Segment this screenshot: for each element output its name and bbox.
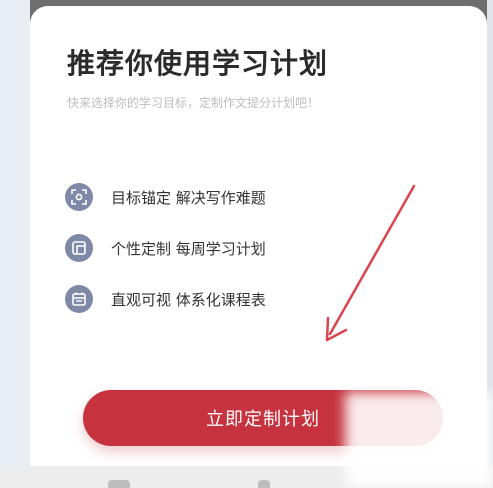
feature-item-goal: 目标锚定 解决写作难题 xyxy=(65,183,266,211)
watermark-glare xyxy=(345,392,493,488)
plan-frame-icon xyxy=(65,234,93,262)
tab-bar-icon xyxy=(108,480,130,488)
feature-item-custom: 个性定制 每周学习计划 xyxy=(65,234,266,262)
feature-item-visual: 直观可视 体系化课程表 xyxy=(65,285,266,313)
feature-label: 个性定制 每周学习计划 xyxy=(111,239,266,258)
feature-label: 目标锚定 解决写作难题 xyxy=(111,188,266,207)
feature-label: 直观可视 体系化课程表 xyxy=(111,290,266,309)
tab-bar-icon xyxy=(258,480,270,488)
modal-subtitle: 快来选择你的学习目标，定制作文提分计划吧！ xyxy=(67,96,320,110)
calendar-icon xyxy=(65,285,93,313)
background-left-panel xyxy=(0,0,30,488)
target-scan-icon xyxy=(65,183,93,211)
modal-title: 推荐你使用学习计划 xyxy=(67,47,329,80)
